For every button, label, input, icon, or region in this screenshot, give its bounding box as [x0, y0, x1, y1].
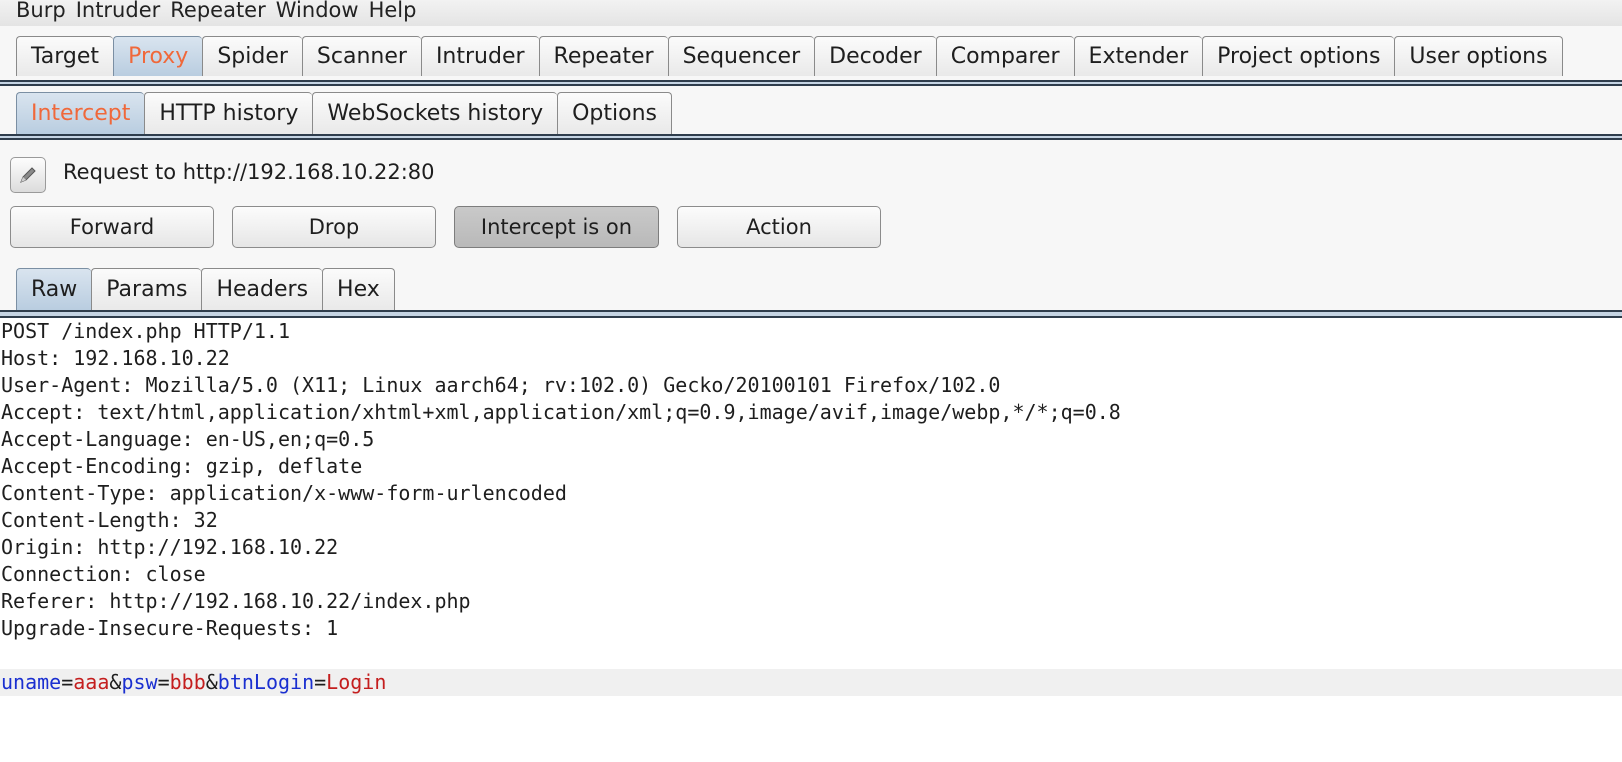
request-editor[interactable]: POST /index.php HTTP/1.1 Host: 192.168.1… — [0, 319, 1622, 762]
main-tab-bar: Target Proxy Spider Scanner Intruder Rep… — [0, 26, 1622, 80]
tab-sequencer[interactable]: Sequencer — [667, 36, 815, 76]
message-view-tabs: Raw Params Headers Hex — [16, 268, 395, 310]
tab-http-history[interactable]: HTTP history — [144, 92, 313, 134]
tab-decoder[interactable]: Decoder — [814, 36, 936, 76]
tab-intruder[interactable]: Intruder — [420, 36, 539, 76]
header-line: Accept: text/html,application/xhtml+xml,… — [1, 400, 1121, 424]
request-line: POST /index.php HTTP/1.1 — [1, 319, 290, 343]
param-name: uname — [1, 670, 62, 694]
param-value: Login — [326, 670, 387, 694]
tab-scanner[interactable]: Scanner — [301, 36, 421, 76]
header-line: Host: 192.168.10.22 — [1, 346, 230, 370]
param-value: aaa — [73, 670, 110, 694]
param-value: bbb — [169, 670, 206, 694]
param-name: psw — [121, 670, 158, 694]
header-line: Content-Type: application/x-www-form-url… — [1, 481, 567, 505]
ampersand: & — [205, 670, 218, 694]
tab-headers[interactable]: Headers — [201, 268, 323, 310]
editor-separator — [0, 310, 1622, 318]
tab-user-options[interactable]: User options — [1394, 36, 1563, 76]
tab-intercept[interactable]: Intercept — [16, 92, 145, 134]
intercept-panel: Request to http://192.168.10.22:80 Forwa… — [0, 140, 1622, 316]
tab-params[interactable]: Params — [91, 268, 202, 310]
equals-sign: = — [61, 670, 74, 694]
drop-button[interactable]: Drop — [232, 206, 436, 248]
tab-comparer[interactable]: Comparer — [935, 36, 1074, 76]
action-button[interactable]: Action — [677, 206, 881, 248]
header-line: Accept-Encoding: gzip, deflate — [1, 454, 363, 478]
tab-websockets-history[interactable]: WebSockets history — [312, 92, 558, 134]
tab-hex[interactable]: Hex — [322, 268, 395, 310]
menu-bar: Burp Intruder Repeater Window Help — [0, 0, 1622, 27]
tab-target[interactable]: Target — [16, 36, 114, 76]
proxy-tab-bar: Intercept HTTP history WebSockets histor… — [0, 86, 1622, 134]
equals-sign: = — [314, 670, 327, 694]
tab-extender[interactable]: Extender — [1073, 36, 1203, 76]
tab-options[interactable]: Options — [557, 92, 672, 134]
intercept-toggle-button[interactable]: Intercept is on — [454, 206, 659, 248]
menu-window[interactable]: Window — [266, 0, 359, 21]
param-name: btnLogin — [217, 670, 315, 694]
header-line: Accept-Language: en-US,en;q=0.5 — [1, 427, 375, 451]
header-line: User-Agent: Mozilla/5.0 (X11; Linux aarc… — [1, 373, 1001, 397]
header-line: Connection: close — [1, 562, 206, 586]
header-line: Origin: http://192.168.10.22 — [1, 535, 339, 559]
menu-help[interactable]: Help — [359, 0, 417, 21]
pencil-icon — [20, 167, 36, 183]
menu-intruder[interactable]: Intruder — [66, 0, 161, 21]
ampersand: & — [109, 670, 122, 694]
tab-spider[interactable]: Spider — [202, 36, 302, 76]
tab-proxy[interactable]: Proxy — [113, 36, 203, 76]
header-line: Content-Length: 32 — [1, 508, 218, 532]
tab-project-options[interactable]: Project options — [1202, 36, 1395, 76]
request-target-label: Request to http://192.168.10.22:80 — [63, 160, 435, 184]
edit-button[interactable] — [10, 157, 46, 193]
header-line: Upgrade-Insecure-Requests: 1 — [1, 616, 339, 640]
menu-burp[interactable]: Burp — [0, 0, 66, 21]
menu-repeater[interactable]: Repeater — [160, 0, 265, 21]
tab-repeater[interactable]: Repeater — [538, 36, 668, 76]
request-body-line: uname=aaa&psw=bbb&btnLogin=Login — [1, 669, 386, 696]
equals-sign: = — [157, 670, 170, 694]
tab-raw[interactable]: Raw — [16, 268, 92, 310]
header-line: Referer: http://192.168.10.22/index.php — [1, 589, 471, 613]
forward-button[interactable]: Forward — [10, 206, 214, 248]
